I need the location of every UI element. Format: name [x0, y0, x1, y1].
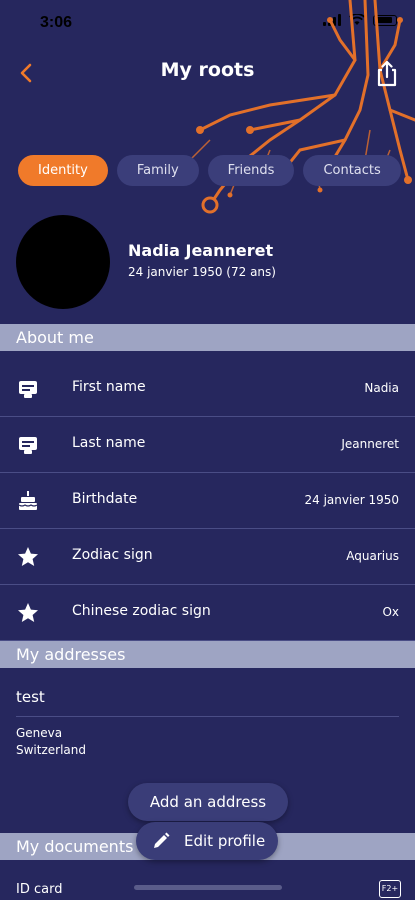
signal-icon	[323, 14, 341, 26]
status-bar: 3:06	[0, 0, 415, 44]
address-city: Geneva	[16, 726, 63, 740]
pencil-icon	[154, 832, 170, 848]
divider	[16, 716, 399, 717]
document-type-icon[interactable]: F2+	[379, 880, 401, 898]
tab-identity[interactable]: Identity	[18, 155, 108, 186]
wifi-icon	[349, 14, 365, 25]
row-value: Jeanneret	[341, 437, 399, 451]
document-row-id-card[interactable]: ID card	[16, 882, 62, 897]
about-row-first-name[interactable]: First name Nadia	[0, 361, 415, 417]
profile-name: Nadia Jeanneret	[128, 241, 274, 260]
app-header: My roots	[0, 48, 415, 98]
share-icon	[377, 60, 397, 87]
tab-bar: Identity Family Friends Contacts	[18, 155, 401, 186]
row-value: Nadia	[364, 381, 399, 395]
row-label: Birthdate	[72, 491, 138, 507]
battery-icon	[373, 14, 397, 26]
edit-profile-button[interactable]: Edit profile	[136, 822, 278, 860]
section-header-addresses: My addresses	[0, 641, 415, 668]
avatar[interactable]	[16, 215, 110, 309]
tab-contacts[interactable]: Contacts	[303, 155, 401, 186]
star-icon	[18, 603, 38, 622]
address-name[interactable]: test	[16, 688, 45, 706]
about-row-last-name[interactable]: Last name Jeanneret	[0, 417, 415, 473]
profile-card: Nadia Jeanneret 24 janvier 1950 (72 ans)	[16, 215, 406, 310]
badge-icon	[19, 381, 37, 398]
row-value: Ox	[382, 605, 399, 619]
status-icons	[323, 14, 397, 26]
page-title: My roots	[160, 59, 255, 81]
profile-birthdate: 24 janvier 1950 (72 ans)	[128, 265, 276, 279]
address-country: Switzerland	[16, 743, 86, 757]
star-icon	[18, 547, 38, 566]
about-row-zodiac-sign[interactable]: Zodiac sign Aquarius	[0, 529, 415, 585]
share-button[interactable]	[373, 58, 401, 88]
about-row-birthdate[interactable]: Birthdate 24 janvier 1950	[0, 473, 415, 529]
about-row-chinese-zodiac-sign[interactable]: Chinese zodiac sign Ox	[0, 585, 415, 641]
row-value: Aquarius	[346, 549, 399, 563]
row-label: First name	[72, 379, 146, 395]
edit-profile-label: Edit profile	[184, 832, 266, 850]
badge-icon	[19, 437, 37, 454]
row-value: 24 janvier 1950	[304, 493, 399, 507]
add-address-button[interactable]: Add an address	[128, 783, 288, 821]
row-label: Chinese zodiac sign	[72, 603, 211, 619]
row-label: Last name	[72, 435, 146, 451]
cake-icon	[18, 491, 38, 510]
tab-friends[interactable]: Friends	[207, 155, 295, 186]
home-indicator	[134, 885, 282, 890]
tab-family[interactable]: Family	[116, 155, 199, 186]
status-time: 3:06	[40, 14, 73, 31]
section-header-about: About me	[0, 324, 415, 351]
row-label: Zodiac sign	[72, 547, 153, 563]
